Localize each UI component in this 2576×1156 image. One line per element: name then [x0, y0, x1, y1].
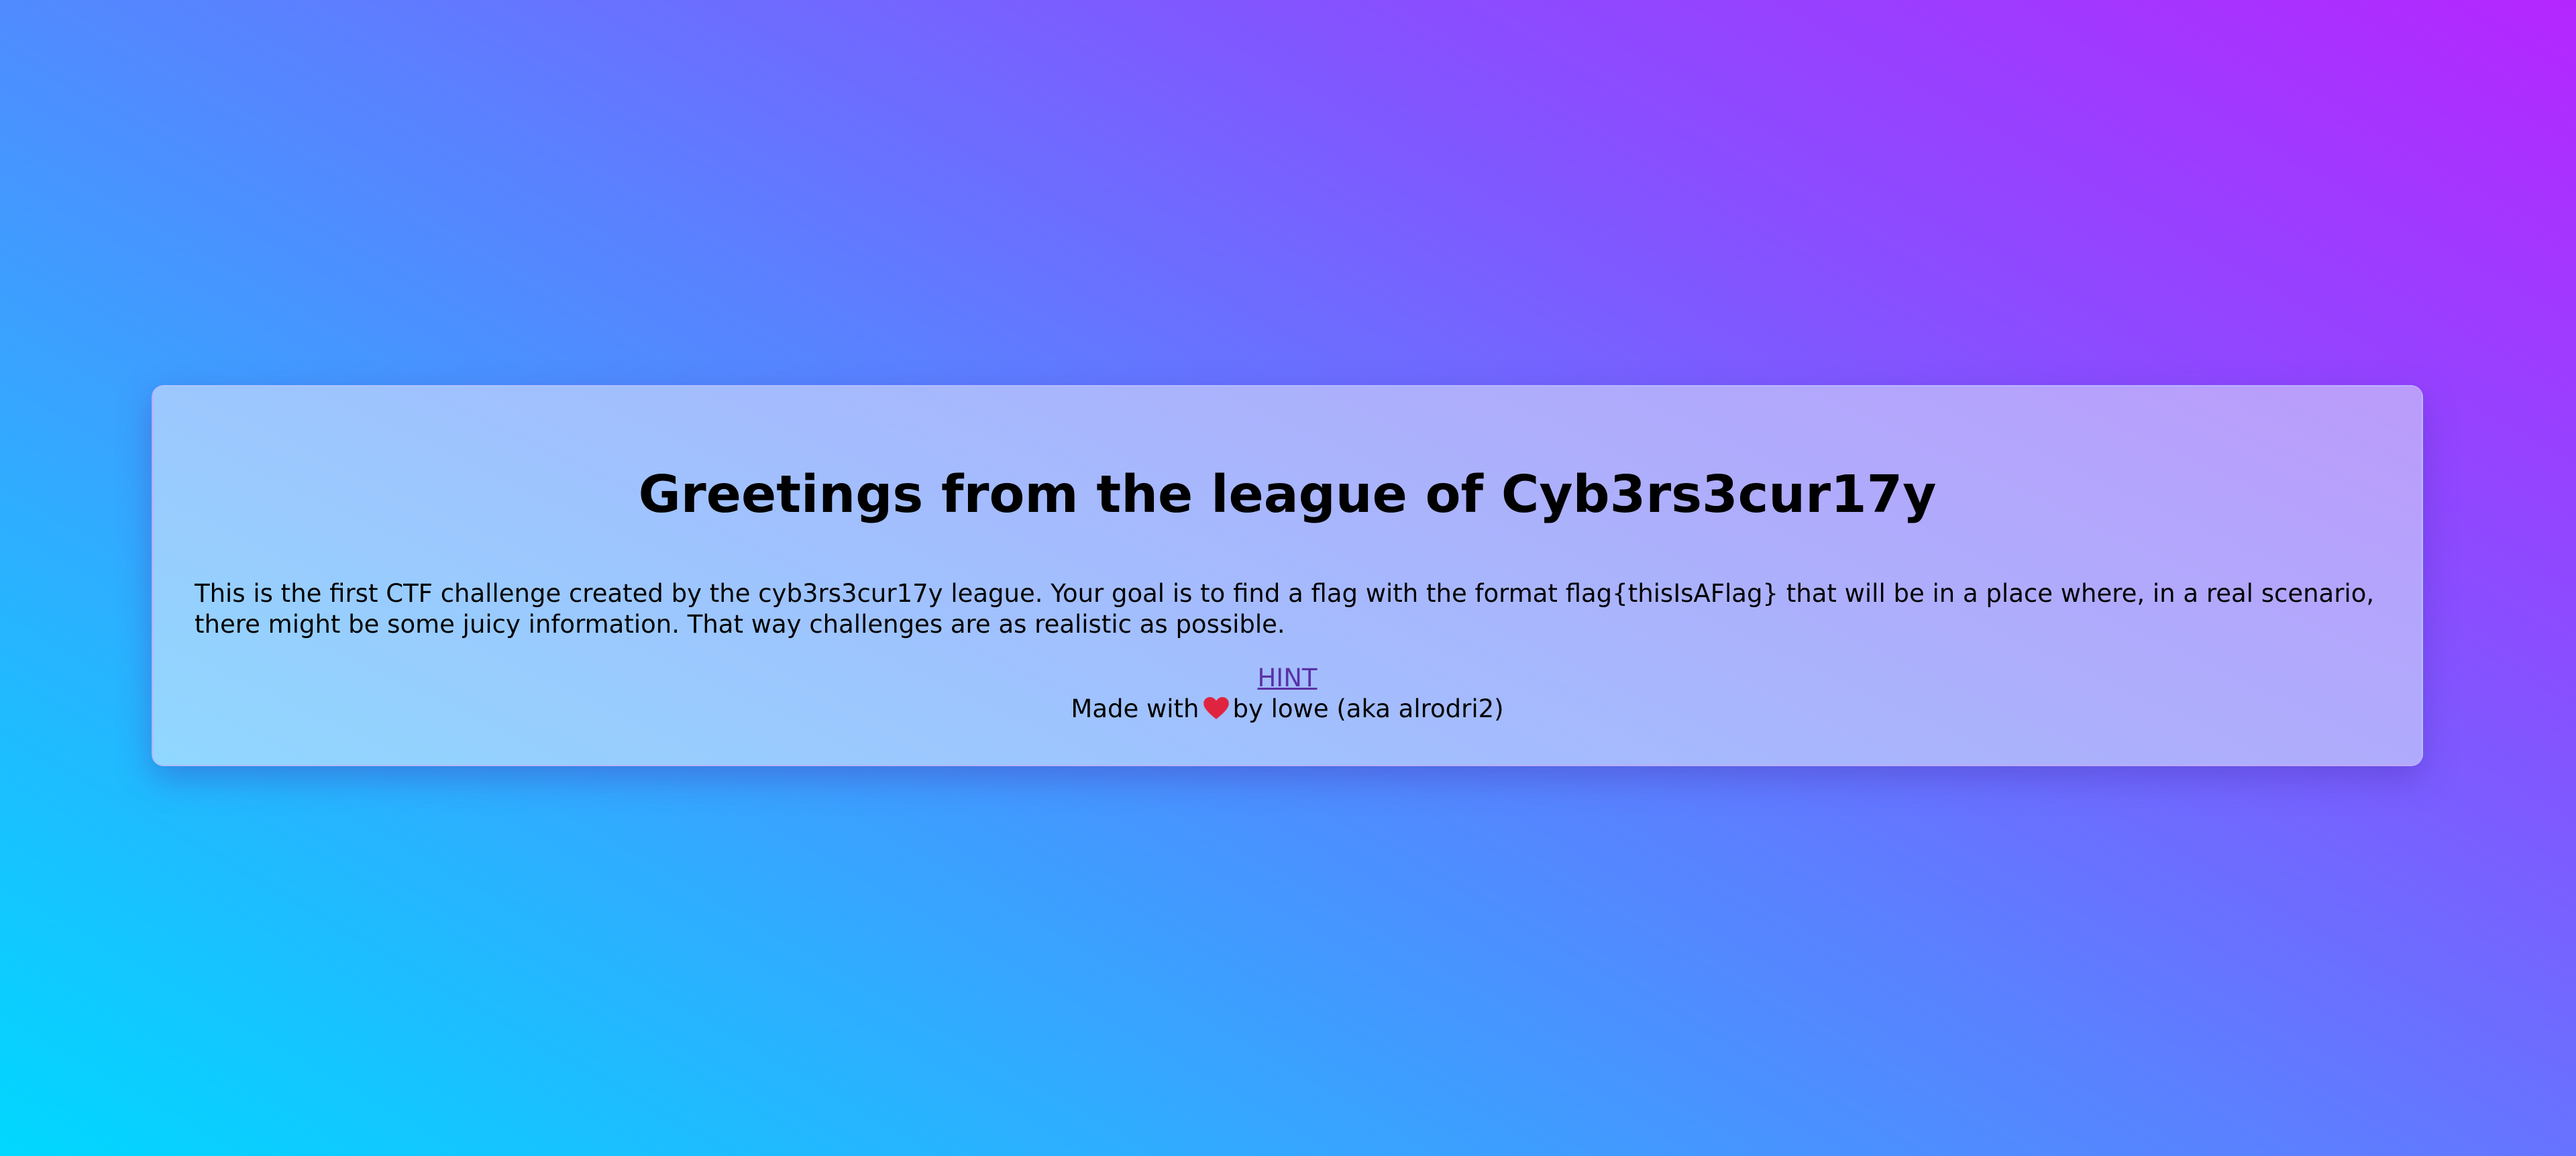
credits-prefix: Made with: [1071, 694, 1199, 723]
hint-link[interactable]: HINT: [1257, 664, 1317, 692]
hint-container: HINT: [153, 663, 2422, 694]
content-card: Greetings from the league of Cyb3rs3cur1…: [152, 385, 2423, 766]
credits-suffix: by lowe (aka alrodri2): [1232, 694, 1504, 723]
page-title: Greetings from the league of Cyb3rs3cur1…: [638, 465, 1937, 525]
challenge-description: This is the first CTF challenge created …: [195, 579, 2375, 639]
heart-icon: [1203, 696, 1229, 719]
credits-line: Made with by lowe (aka alrodri2): [153, 694, 2422, 725]
